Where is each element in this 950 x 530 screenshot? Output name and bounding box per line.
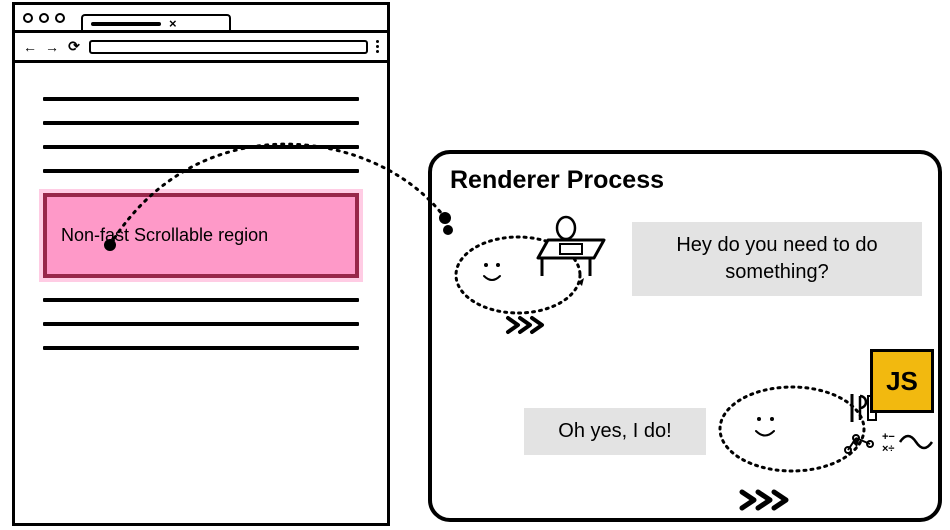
browser-toolbar: ← → ⟳ bbox=[15, 33, 387, 63]
window-control-dot bbox=[23, 13, 33, 23]
text-line bbox=[43, 145, 359, 149]
text-line bbox=[43, 322, 359, 326]
panel-title: Renderer Process bbox=[450, 166, 664, 195]
address-bar bbox=[89, 40, 368, 54]
speech-bubble-compositor: Hey do you need to do something? bbox=[632, 222, 922, 296]
js-label: JS bbox=[886, 366, 918, 397]
svg-text:+−: +− bbox=[882, 431, 895, 443]
speech-bubble-main: Oh yes, I do! bbox=[524, 408, 706, 455]
reload-icon: ⟳ bbox=[67, 40, 81, 54]
window-control-dot bbox=[55, 13, 65, 23]
window-control-dot bbox=[39, 13, 49, 23]
tab-title-placeholder bbox=[91, 22, 161, 26]
region-label: Non-fast Scrollable region bbox=[61, 225, 268, 245]
text-line bbox=[43, 97, 359, 101]
diagram-stage: × ← → ⟳ Non-fast Scrollable region Rende… bbox=[0, 0, 950, 530]
text-line bbox=[43, 346, 359, 350]
page-content: Non-fast Scrollable region bbox=[15, 63, 387, 384]
js-badge: JS bbox=[870, 349, 934, 413]
browser-window: × ← → ⟳ Non-fast Scrollable region bbox=[12, 2, 390, 526]
text-line bbox=[43, 298, 359, 302]
close-icon: × bbox=[169, 17, 177, 30]
compositor-thread-character bbox=[438, 210, 638, 345]
svg-text:×÷: ×÷ bbox=[882, 443, 894, 455]
nonfast-scrollable-region: Non-fast Scrollable region bbox=[43, 193, 359, 278]
text-line bbox=[43, 121, 359, 125]
text-line bbox=[43, 169, 359, 173]
browser-tab: × bbox=[81, 14, 231, 32]
renderer-process-panel: Renderer Process Hey do you need to do s… bbox=[428, 150, 942, 522]
menu-icon bbox=[376, 40, 379, 53]
browser-titlebar: × bbox=[15, 5, 387, 33]
back-icon: ← bbox=[23, 40, 37, 54]
forward-icon: → bbox=[45, 40, 59, 54]
